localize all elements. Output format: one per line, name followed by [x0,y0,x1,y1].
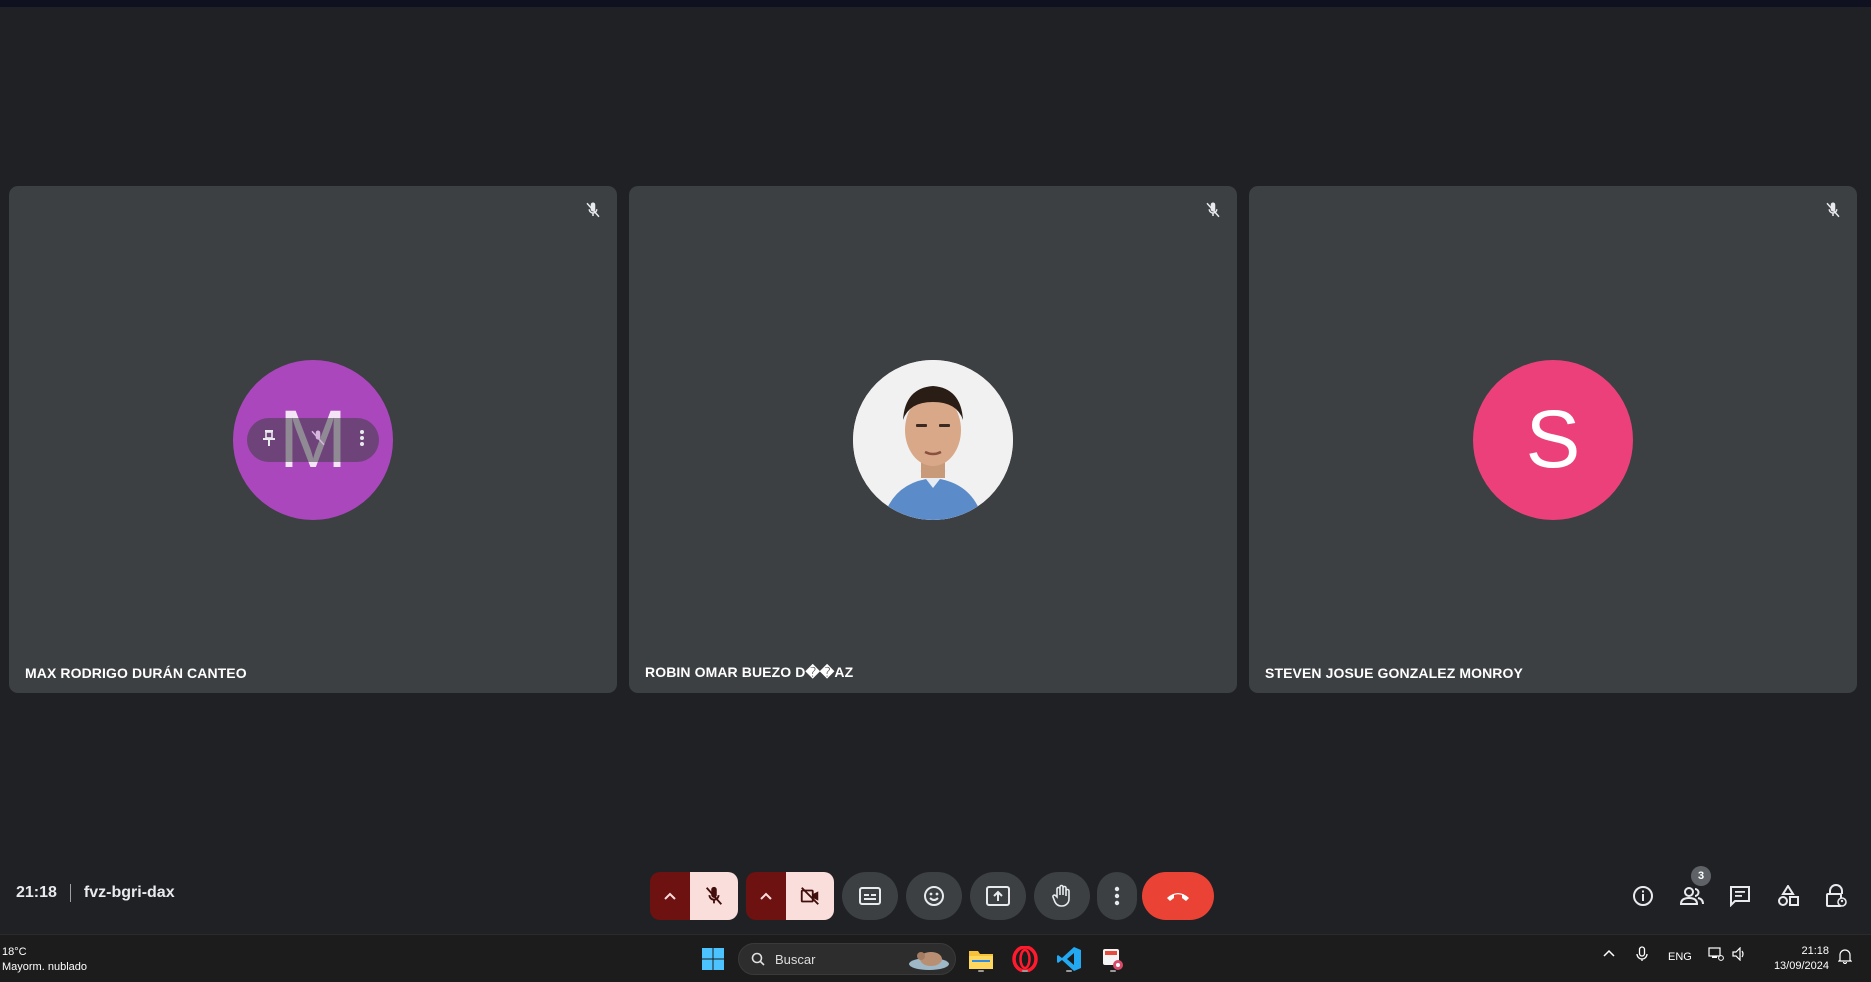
camera-control-group [746,872,834,920]
lock-person-icon [1826,884,1847,907]
shapes-icon [1778,885,1799,906]
hand-icon [1052,884,1070,907]
chat-icon [1730,886,1750,907]
window-top-edge [0,0,1871,7]
search-icon [751,952,765,966]
mic-options-button[interactable] [650,872,690,920]
divider [69,884,71,902]
more-options-button[interactable] [1097,872,1137,920]
meeting-control-bar: 21:18 fvz-bgri-dax 3 [0,866,1871,926]
running-indicator [1022,970,1028,972]
participant-name: ROBIN OMAR BUEZO D��AZ [645,664,854,680]
weather-widget[interactable]: 18°C Mayorm. nublado [2,945,87,975]
network-icon[interactable] [1708,947,1724,964]
raise-hand-button[interactable] [1034,872,1090,920]
search-highlight-image [909,952,949,970]
captions-button[interactable] [842,872,898,920]
show-hidden-icons-button[interactable] [1603,948,1615,960]
camera-options-button[interactable] [746,872,786,920]
running-indicator [1110,970,1116,972]
clock-time: 21:18 [1801,945,1829,957]
mic-off-icon [581,198,605,222]
mute-participant-icon[interactable] [309,429,327,452]
windows-taskbar: 18°C Mayorm. nublado Buscar ENG 21:18 13… [0,934,1871,982]
meeting-details: 21:18 fvz-bgri-dax [16,884,175,902]
snipping-tool-icon [1103,949,1123,970]
closed-captions-icon [859,887,881,905]
weather-condition: Mayorm. nublado [2,961,87,973]
search-placeholder: Buscar [775,951,816,967]
vscode-icon [1057,947,1081,971]
emoji-reactions-button[interactable] [906,872,962,920]
taskbar-app-file-explorer[interactable] [965,943,997,975]
microphone-icon [1636,946,1648,961]
profile-photo [853,360,1013,520]
leave-call-button[interactable] [1142,872,1214,920]
more-vert-icon [1114,886,1120,906]
running-indicator [978,970,984,972]
windows-logo-icon [702,948,724,970]
participant-name: MAX RODRIGO DURÁN CANTEO [25,665,247,681]
meeting-code: fvz-bgri-dax [83,884,175,901]
tile-hover-actions [247,418,379,462]
mic-off-icon [705,886,723,905]
microphone-tray[interactable] [1636,946,1648,965]
mic-control-group [650,872,738,920]
system-clock[interactable]: 21:18 13/09/2024 [1774,944,1829,974]
more-vert-icon[interactable] [359,429,365,452]
participant-tile[interactable]: M MAX RODRIGO DURÁN CANTEO [9,186,617,693]
language-indicator[interactable]: ENG [1668,951,1692,963]
opera-browser-icon [1012,946,1038,972]
people-icon [1680,887,1704,905]
host-controls-button[interactable] [1820,880,1852,912]
meeting-details-button[interactable] [1627,880,1659,912]
call-end-icon [1167,893,1189,901]
taskbar-search[interactable]: Buscar [738,943,956,975]
participant-tile[interactable]: S STEVEN JOSUE GONZALEZ MONROY [1249,186,1857,693]
clock-date: 13/09/2024 [1773,960,1829,972]
start-button[interactable] [697,943,729,975]
present-to-all-icon [986,886,1010,906]
emoji-icon [924,886,944,906]
temperature: 18°C [2,946,27,958]
volume-icon[interactable] [1732,946,1746,964]
avatar-initial: S [1525,394,1581,485]
mic-off-icon [1821,198,1845,222]
mic-off-icon [1201,198,1225,222]
present-screen-button[interactable] [970,872,1026,920]
chevron-up-icon [664,892,676,900]
running-indicator [1066,970,1072,972]
info-icon [1633,886,1653,906]
activities-button[interactable] [1772,880,1804,912]
participant-name: STEVEN JOSUE GONZALEZ MONROY [1265,665,1523,681]
avatar: S [1473,360,1633,520]
mic-toggle-button[interactable] [690,872,738,920]
taskbar-app-snipping-tool[interactable] [1097,943,1129,975]
taskbar-app-vscode[interactable] [1053,943,1085,975]
participant-tile[interactable]: ROBIN OMAR BUEZO D��AZ [629,186,1237,693]
participant-count-badge: 3 [1691,866,1711,886]
taskbar-app-opera[interactable] [1009,943,1041,975]
chevron-up-icon [1603,949,1615,957]
chevron-up-icon [760,892,772,900]
chat-button[interactable] [1724,880,1756,912]
folder-icon [969,951,993,969]
camera-toggle-button[interactable] [786,872,834,920]
pin-icon[interactable] [261,429,277,452]
notifications-icon[interactable] [1837,948,1853,967]
people-button[interactable]: 3 [1676,866,1711,912]
videocam-off-icon [800,887,819,905]
meeting-time: 21:18 [16,884,57,901]
